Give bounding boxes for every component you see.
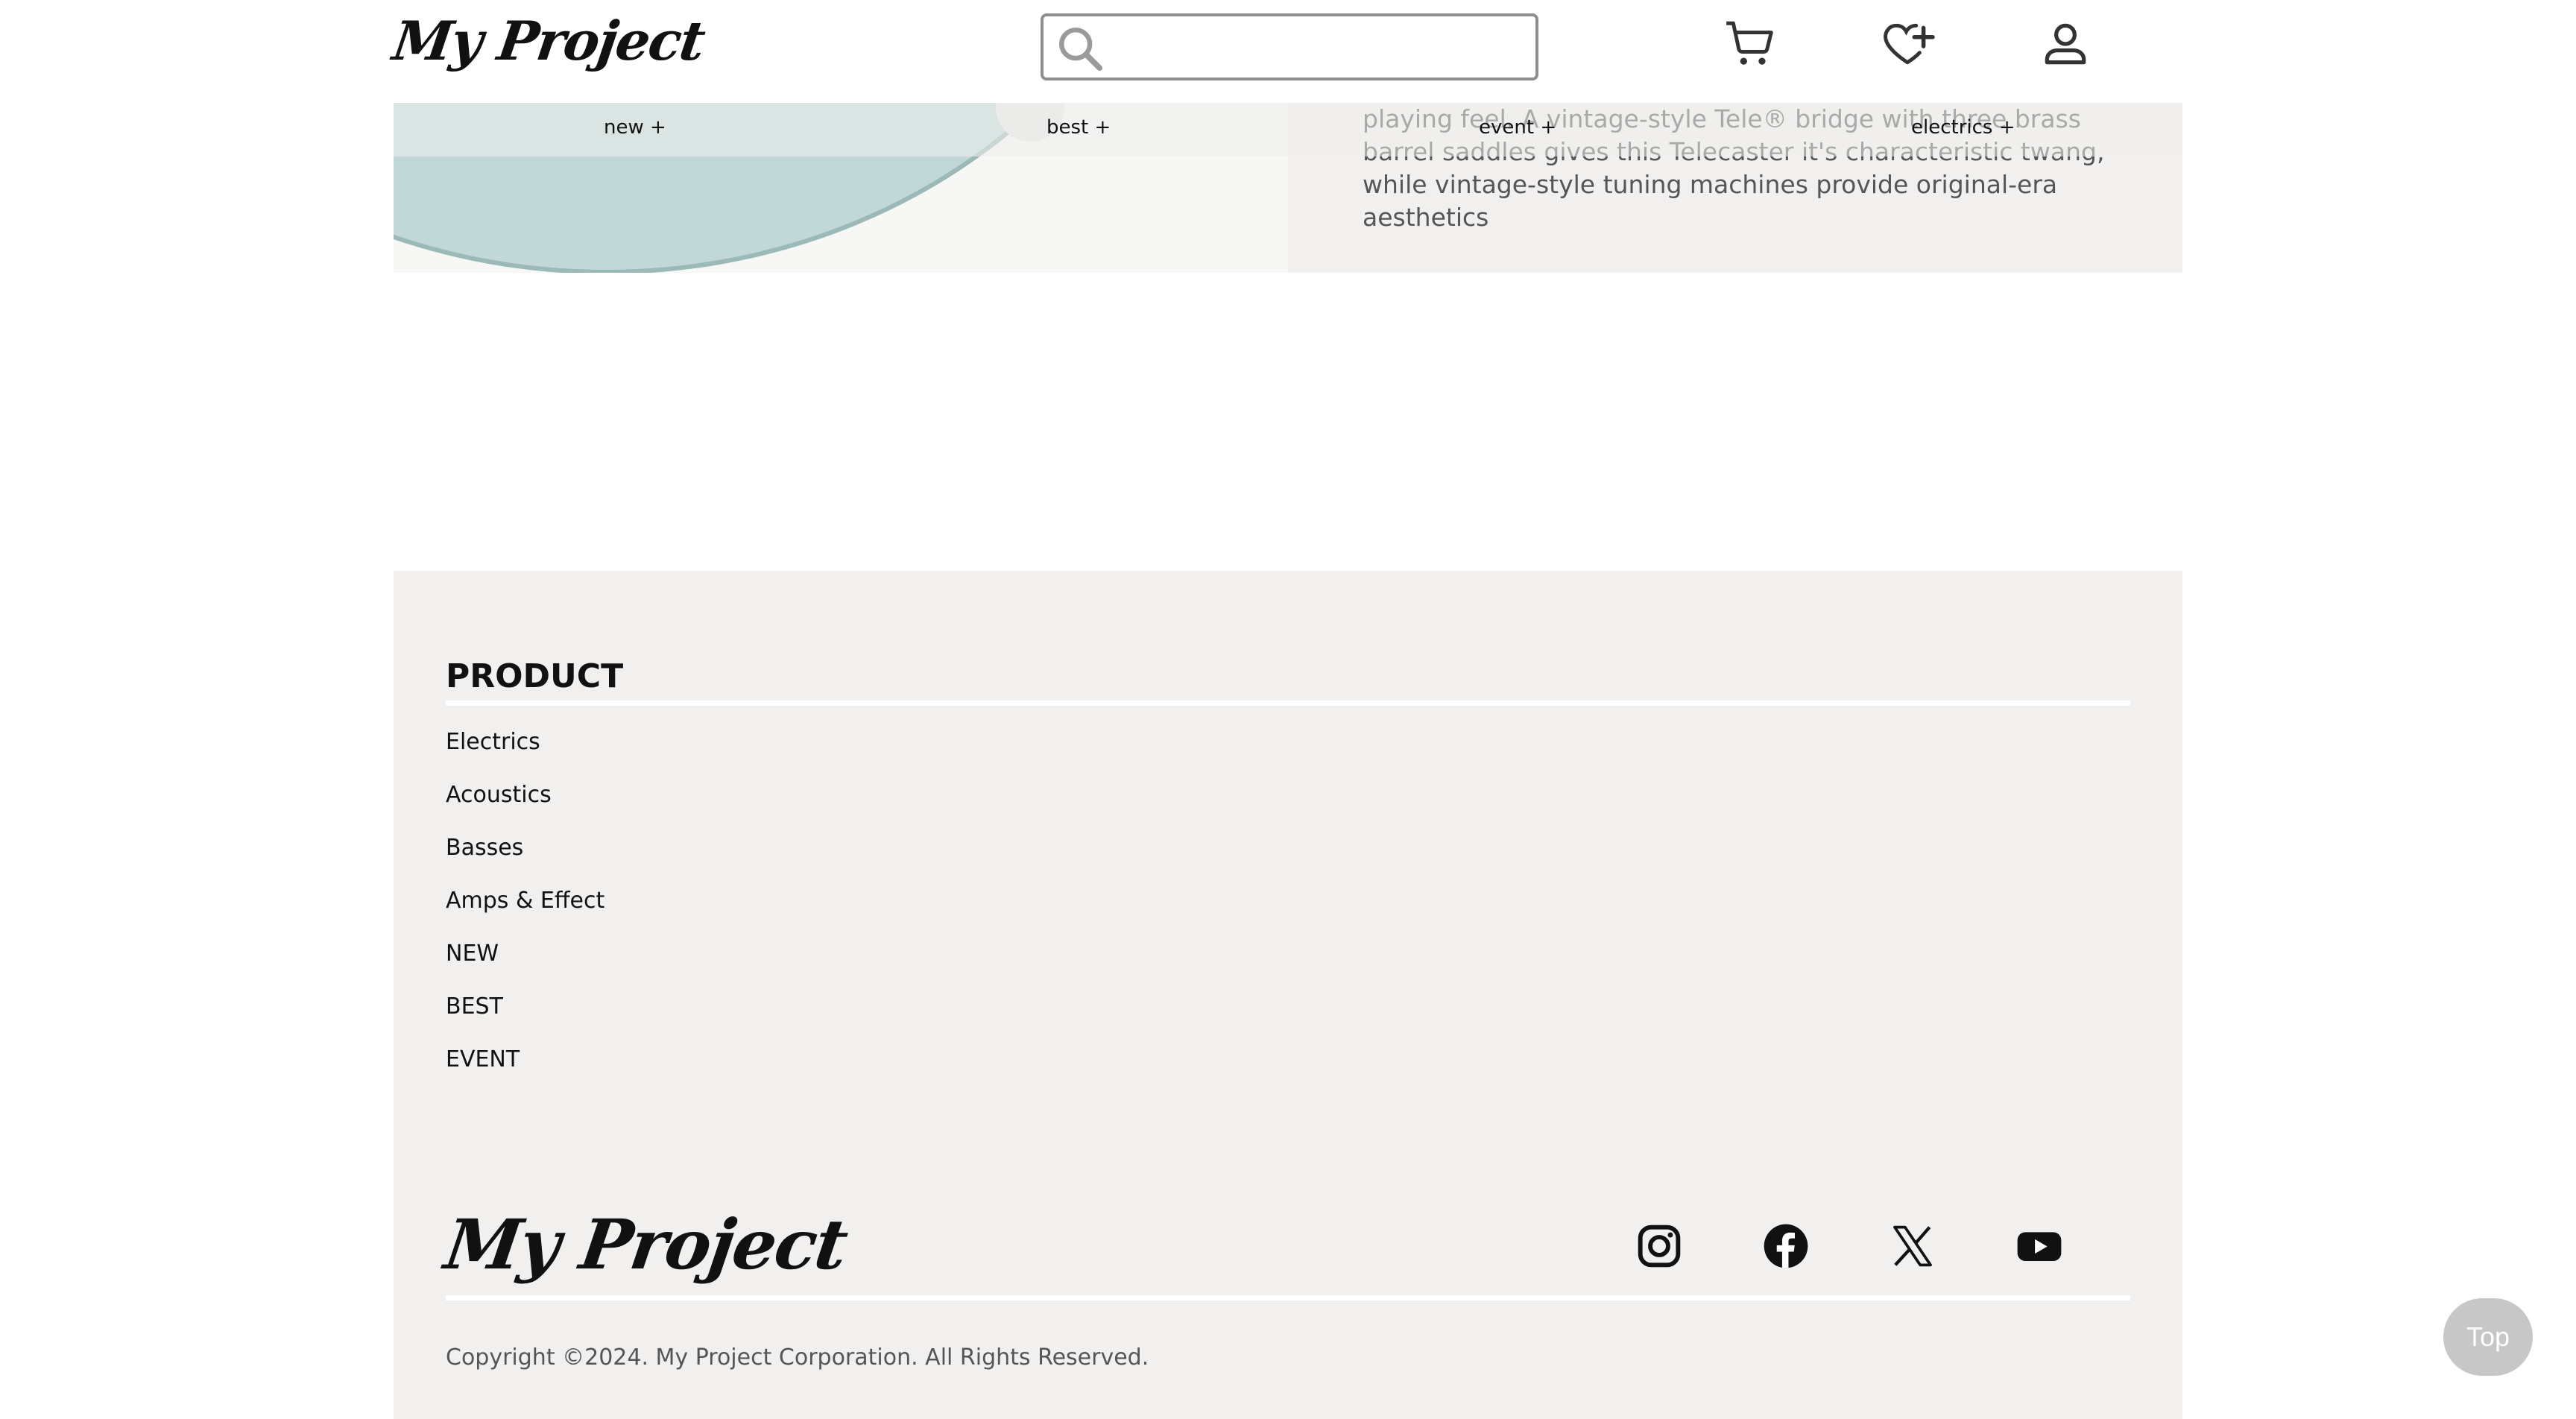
footer-link-event[interactable]: EVENT — [446, 1046, 520, 1072]
footer-link-amps-effect[interactable]: Amps & Effect — [446, 888, 604, 914]
site-footer: PRODUCT Electrics Acoustics Basses Amps … — [394, 571, 2182, 1419]
footer-link-new[interactable]: NEW — [446, 941, 499, 967]
user-icon[interactable] — [2038, 16, 2093, 72]
product-divider — [446, 701, 2130, 706]
x-icon[interactable] — [1889, 1222, 1936, 1270]
instagram-icon[interactable] — [1635, 1222, 1683, 1270]
search-icon[interactable] — [1054, 22, 1106, 75]
wishlist-add-icon[interactable] — [1880, 16, 1935, 72]
search-input[interactable] — [1115, 22, 1525, 72]
search-bar[interactable] — [1041, 13, 1538, 80]
footer-link-electrics[interactable]: Electrics — [446, 729, 540, 755]
nav-item-event[interactable]: event + — [1479, 116, 1556, 139]
cart-icon[interactable] — [1722, 16, 1777, 72]
copyright-text: Copyright ©2024. My Project Corporation.… — [446, 1344, 1149, 1371]
site-header: My Project — [0, 0, 2576, 103]
footer-link-basses[interactable]: Basses — [446, 835, 523, 861]
nav-item-electrics[interactable]: electrics + — [1911, 116, 2015, 139]
footer-logo[interactable]: My Project — [440, 1204, 851, 1285]
youtube-icon[interactable] — [2015, 1222, 2063, 1270]
nav-item-new[interactable]: new + — [604, 116, 666, 139]
footer-link-acoustics[interactable]: Acoustics — [446, 782, 552, 808]
scroll-to-top-button[interactable]: Top — [2443, 1298, 2533, 1376]
header-logo[interactable]: My Project — [389, 9, 708, 72]
facebook-icon[interactable] — [1762, 1222, 1810, 1270]
footer-bottom-divider — [446, 1295, 2130, 1301]
footer-link-best[interactable]: BEST — [446, 993, 503, 1020]
main-nav: new + best + event + electrics + — [394, 103, 2182, 157]
nav-item-best[interactable]: best + — [1046, 116, 1111, 139]
product-section-title: PRODUCT — [446, 657, 624, 695]
